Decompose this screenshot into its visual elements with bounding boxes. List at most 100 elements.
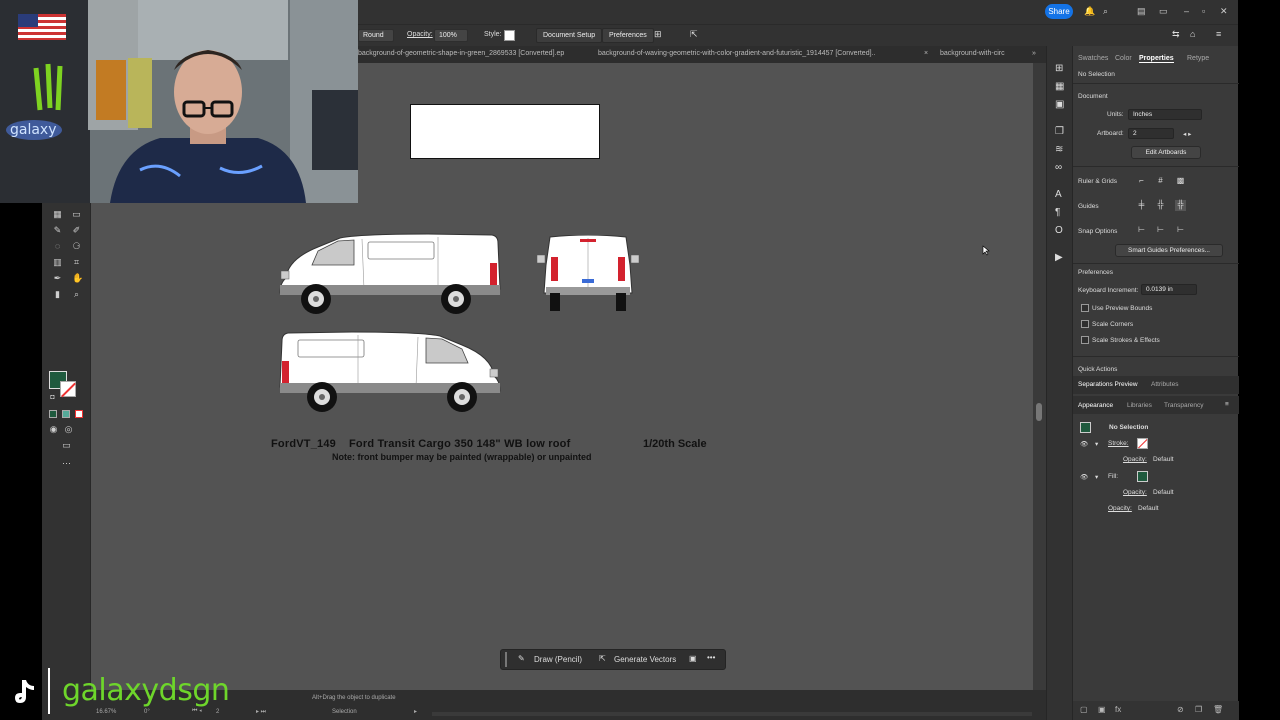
snap-grid-icon[interactable]: ⊢	[1155, 225, 1166, 236]
transform-icon[interactable]: ⊞	[1055, 63, 1063, 74]
keyboard-increment-input[interactable]: 0.0139 in	[1141, 284, 1197, 295]
arrange-icon[interactable]: ▤	[1137, 6, 1146, 17]
vertical-scrollbar[interactable]	[1033, 63, 1046, 690]
color-mode-color[interactable]	[49, 410, 57, 418]
edit-artboards-button[interactable]: Edit Artboards	[1131, 146, 1201, 159]
fill-label[interactable]: Fill:	[1108, 473, 1118, 480]
artboard-tool-icon[interactable]: ▦	[53, 210, 62, 219]
character-icon[interactable]: A	[1055, 189, 1062, 200]
artboard-arrows-icon[interactable]: ◂ ▸	[1183, 130, 1191, 138]
tab-libraries[interactable]: Libraries	[1127, 402, 1152, 409]
panel-menu-icon[interactable]: ≡	[1225, 401, 1229, 408]
smart-guides-icon[interactable]: ╬	[1175, 200, 1186, 211]
show-guides-icon[interactable]: ╪	[1136, 200, 1147, 211]
clear-appearance-icon[interactable]: ⊘	[1177, 705, 1184, 714]
style-swatch[interactable]	[504, 30, 515, 41]
links-icon[interactable]: ∞	[1055, 162, 1062, 173]
panel-menu-icon[interactable]: ≡	[1216, 29, 1221, 39]
stroke-profile-select[interactable]: Round	[358, 29, 394, 42]
chevron-down-icon[interactable]: ▾	[1095, 440, 1098, 448]
symbol-sprayer-icon[interactable]: ⚆	[72, 242, 81, 251]
horizontal-scrollbar[interactable]	[432, 712, 1032, 716]
measure-tool-icon[interactable]: ✐	[72, 226, 81, 235]
hand-tool-icon[interactable]: ✋	[72, 274, 83, 283]
duplicate-item-icon[interactable]: ❐	[1195, 705, 1202, 714]
artboards-icon[interactable]: ❐	[1055, 126, 1064, 137]
tab-retype[interactable]: Retype	[1187, 55, 1209, 62]
object-opacity-label[interactable]: Opacity:	[1108, 505, 1132, 512]
status-arrow-icon[interactable]: ▸	[414, 708, 417, 715]
grid-icon[interactable]: #	[1155, 176, 1166, 187]
draw-behind-icon[interactable]: ◎	[64, 425, 73, 434]
tab-properties[interactable]: Properties	[1139, 55, 1174, 63]
slice-tool-icon[interactable]: ▭	[72, 210, 81, 219]
color-mode-none[interactable]	[75, 410, 83, 418]
ruler-icon[interactable]: ⌐	[1136, 176, 1147, 187]
snap-pixel-icon[interactable]: ⊢	[1175, 225, 1186, 236]
tab-swatches[interactable]: Swatches	[1078, 55, 1108, 62]
add-fill-icon[interactable]: ▣	[1098, 705, 1106, 714]
eye-icon[interactable]: 👁	[1080, 440, 1088, 448]
van-side-left-illustration[interactable]	[278, 233, 502, 317]
tab-document-1[interactable]: background-of-geometric-shape-in-green_2…	[358, 50, 564, 57]
more-options-icon[interactable]: •••	[707, 653, 715, 662]
graph-tool-icon[interactable]: ▥	[53, 258, 62, 267]
units-select[interactable]: Inches	[1128, 109, 1202, 120]
van-rear-illustration[interactable]	[536, 235, 640, 315]
tab-separations-preview[interactable]: Separations Preview	[1078, 381, 1138, 388]
stroke-swatch[interactable]	[60, 381, 76, 397]
align-panel-icon[interactable]: ▦	[1055, 81, 1064, 92]
opentype-icon[interactable]: O	[1055, 225, 1063, 236]
pathfinder-icon[interactable]: ▣	[1055, 99, 1064, 110]
artboard[interactable]	[410, 104, 600, 159]
share-button[interactable]: Share	[1045, 4, 1073, 19]
eye-icon[interactable]: 👁	[1080, 473, 1088, 481]
more-tools-icon[interactable]: ⋯	[62, 459, 71, 468]
preferences-button[interactable]: Preferences	[602, 28, 654, 43]
layers-icon[interactable]: ≋	[1055, 144, 1063, 155]
eyedropper-tool-icon[interactable]: ✎	[53, 226, 62, 235]
tab-transparency[interactable]: Transparency	[1164, 402, 1204, 409]
scale-corners-checkbox[interactable]	[1081, 320, 1089, 328]
search-icon[interactable]: ⌕	[1103, 6, 1108, 17]
screen-mode-icon[interactable]: ▭	[62, 441, 71, 450]
color-mode-gradient[interactable]	[62, 410, 70, 418]
stroke-none-swatch[interactable]	[1137, 438, 1148, 449]
fill-appearance-swatch[interactable]	[1137, 471, 1148, 482]
draw-normal-icon[interactable]: ◉	[49, 425, 58, 434]
fill-opacity-label[interactable]: Opacity:	[1123, 489, 1147, 496]
paragraph-icon[interactable]: ¶	[1055, 207, 1060, 218]
stroke-opacity-label[interactable]: Opacity:	[1123, 456, 1147, 463]
tab-close-icon[interactable]: ×	[924, 50, 928, 57]
opacity-input[interactable]: 100%	[434, 29, 468, 42]
use-preview-bounds-checkbox[interactable]	[1081, 304, 1089, 312]
actions-play-icon[interactable]: ▶	[1055, 252, 1063, 263]
zoom-tool-icon[interactable]: ⌕	[72, 290, 81, 299]
gallery-icon[interactable]: ▣	[689, 654, 697, 663]
arrange-docs-icon[interactable]: ⇆	[1172, 29, 1180, 40]
bar-graph-icon[interactable]: ▮	[53, 290, 62, 299]
tab-document-3[interactable]: background-with-circ	[940, 50, 1005, 57]
default-colors-icon[interactable]: ◘	[48, 393, 57, 402]
close-icon[interactable]: ✕	[1220, 6, 1228, 17]
maximize-icon[interactable]: ▫	[1202, 6, 1205, 16]
workspace-icon[interactable]: ▭	[1159, 6, 1168, 17]
tab-color[interactable]: Color	[1115, 55, 1132, 62]
collab-icon[interactable]: ⌂	[1190, 29, 1195, 39]
crop-tool-icon[interactable]: ⌗	[72, 258, 81, 267]
add-stroke-icon[interactable]: ▢	[1080, 705, 1088, 714]
bell-icon[interactable]: 🔔	[1084, 6, 1095, 17]
lock-guides-icon[interactable]: ╬	[1155, 200, 1166, 211]
tab-appearance[interactable]: Appearance	[1078, 402, 1113, 409]
snap-point-icon[interactable]: ⊢	[1136, 225, 1147, 236]
minimize-icon[interactable]: –	[1184, 6, 1189, 16]
van-side-right-illustration[interactable]	[278, 331, 502, 415]
stroke-label[interactable]: Stroke:	[1108, 440, 1129, 447]
blend-tool-icon[interactable]: ◌	[53, 242, 62, 251]
export-icon[interactable]: ⇱	[690, 29, 698, 40]
chevron-down-icon[interactable]: ▾	[1095, 473, 1098, 481]
tab-document-2[interactable]: background-of-waving-geometric-with-colo…	[598, 50, 875, 57]
draw-pencil-button[interactable]: Draw (Pencil)	[534, 655, 582, 664]
align-icon[interactable]: ⊞	[654, 29, 662, 40]
artboard-select[interactable]: 2	[1128, 128, 1174, 139]
